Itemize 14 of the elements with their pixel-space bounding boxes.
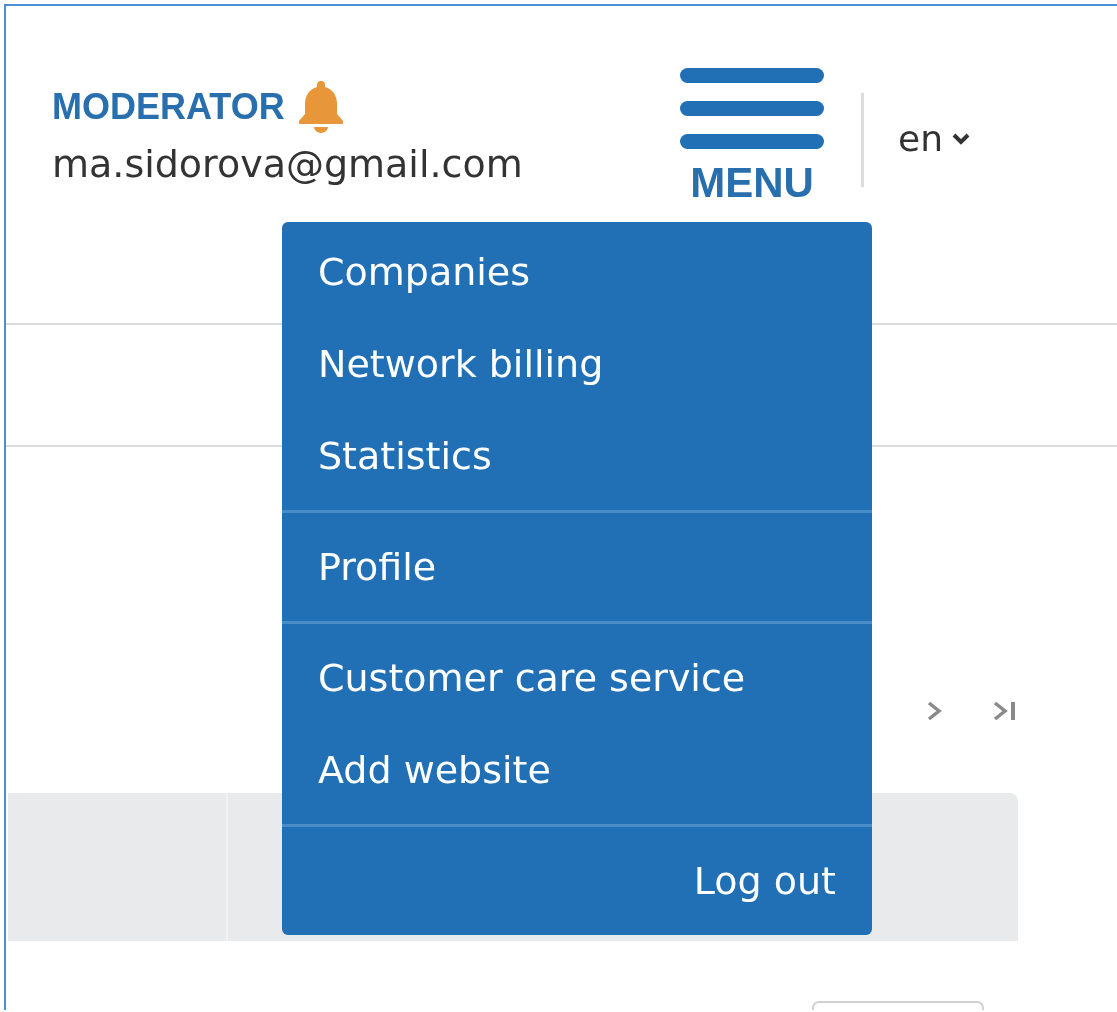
menu-item[interactable]: Add website — [318, 724, 551, 816]
menu-item[interactable]: Customer care service — [318, 632, 746, 724]
menu-item[interactable]: Network billing — [318, 318, 604, 410]
menu-item[interactable]: Statistics — [318, 410, 492, 502]
language-selector[interactable]: en — [898, 118, 971, 159]
menu-button[interactable]: MENU — [680, 68, 824, 205]
bell-icon[interactable] — [296, 81, 345, 133]
role-label: MODERATOR — [52, 86, 285, 128]
menu-item[interactable]: Log out — [693, 835, 836, 927]
menu-item[interactable]: Profile — [318, 521, 437, 613]
menu-item[interactable]: Companies — [318, 226, 531, 318]
user-email: ma.sidorova@gmail.com — [52, 142, 524, 186]
chevron-down-icon — [950, 131, 971, 146]
last-page-icon[interactable] — [991, 699, 1017, 723]
